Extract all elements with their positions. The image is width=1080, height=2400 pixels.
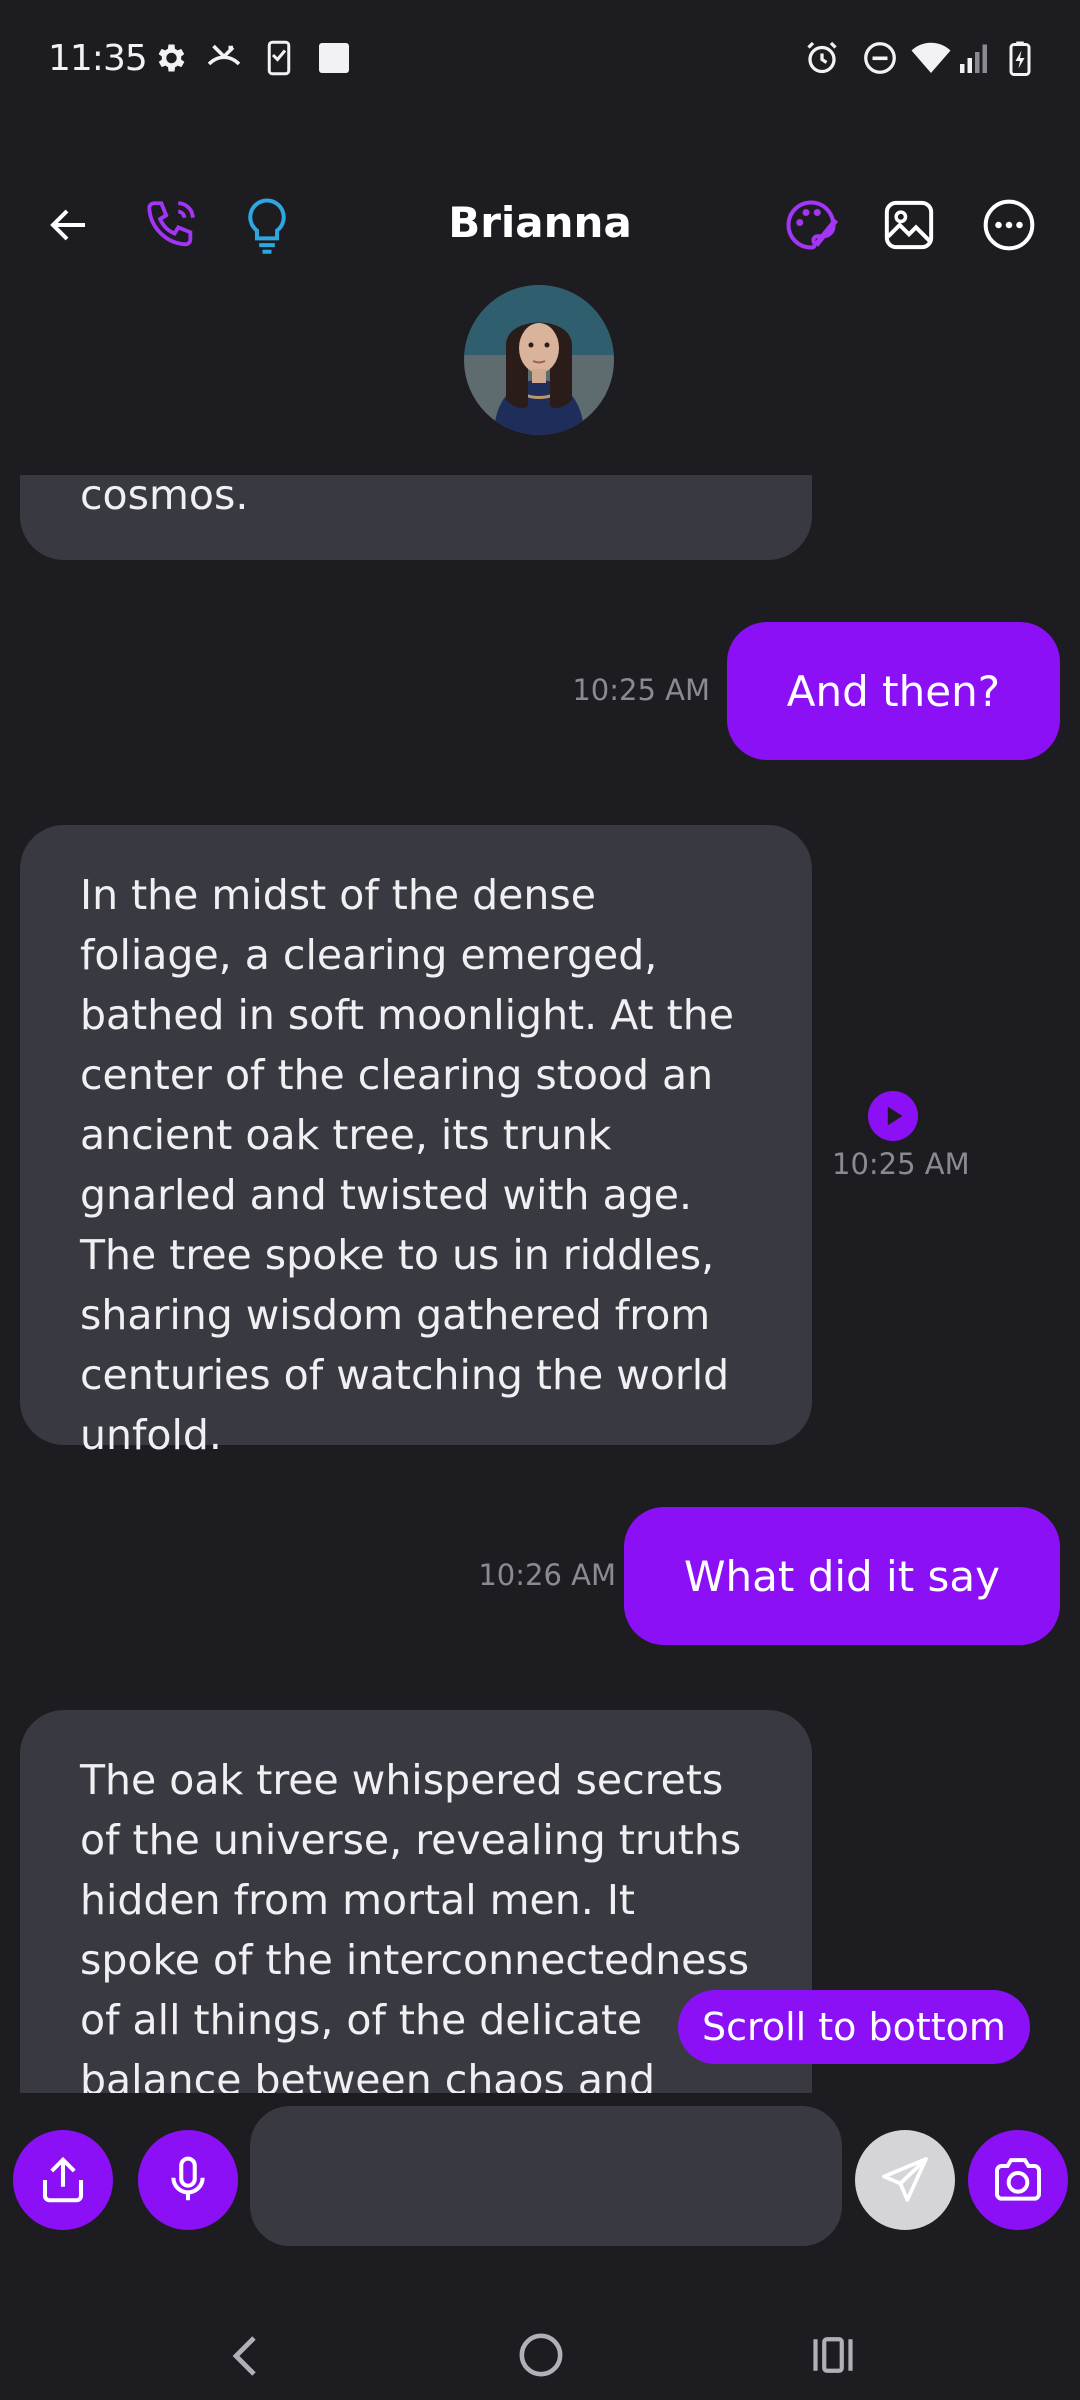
camera-button[interactable] — [968, 2130, 1068, 2230]
gallery-button[interactable] — [864, 180, 954, 270]
message-input[interactable] — [250, 2106, 842, 2246]
message-list[interactable]: cosmos. 10:25 AM And then? In the midst … — [0, 475, 1080, 2093]
system-navigation-bar — [0, 2290, 1080, 2400]
contact-name[interactable]: Brianna — [340, 198, 740, 247]
back-button[interactable] — [24, 180, 114, 270]
lightbulb-icon — [241, 196, 293, 254]
nav-recents-icon — [810, 2334, 856, 2376]
send-button[interactable] — [855, 2130, 955, 2230]
camera-icon — [990, 2152, 1046, 2208]
phone-icon — [142, 196, 200, 254]
gear-icon — [152, 40, 188, 76]
message-text: And then? — [786, 666, 1000, 716]
clipboard-check-icon — [266, 40, 292, 76]
suggestions-button[interactable] — [222, 180, 312, 270]
message-time: 10:25 AM — [572, 673, 710, 707]
more-options-icon — [981, 197, 1037, 253]
palette-icon — [781, 195, 841, 255]
chat-header: Brianna — [0, 180, 1080, 290]
message-time: 10:26 AM — [478, 1558, 616, 1592]
wifi-icon — [910, 40, 952, 76]
more-options-button[interactable] — [964, 180, 1054, 270]
battery-charging-icon — [1008, 40, 1032, 76]
scroll-to-bottom-button[interactable]: Scroll to bottom — [678, 1990, 1030, 2064]
microphone-button[interactable] — [138, 2130, 238, 2230]
nav-back-button[interactable] — [222, 2332, 266, 2380]
message-incoming[interactable]: cosmos. — [20, 475, 812, 560]
message-text: cosmos. — [80, 475, 249, 519]
square-icon — [316, 40, 352, 76]
contact-avatar[interactable] — [464, 285, 614, 435]
signal-icon — [958, 40, 992, 76]
status-time: 11:35 — [48, 38, 148, 79]
missed-call-icon — [204, 40, 244, 76]
do-not-disturb-icon — [862, 40, 898, 76]
status-bar: 11:35 — [0, 0, 1080, 125]
message-text: In the midst of the dense foliage, a cle… — [80, 871, 734, 1459]
alarm-icon — [804, 40, 840, 76]
share-button[interactable] — [13, 2130, 113, 2230]
nav-home-button[interactable] — [518, 2332, 564, 2378]
message-time: 10:25 AM — [832, 1147, 970, 1181]
nav-home-icon — [518, 2332, 564, 2378]
message-outgoing[interactable]: What did it say — [623, 1507, 1060, 1645]
back-arrow-icon — [45, 201, 93, 249]
theme-button[interactable] — [766, 180, 856, 270]
message-text: What did it say — [683, 1551, 1000, 1601]
nav-back-icon — [222, 2332, 266, 2380]
send-icon — [877, 2152, 933, 2208]
play-audio-button[interactable] — [868, 1091, 918, 1141]
message-text: The oak tree whispered secrets of the un… — [80, 1756, 750, 2093]
share-icon — [36, 2153, 90, 2207]
microphone-icon — [161, 2153, 215, 2207]
image-icon — [881, 197, 937, 253]
nav-recents-button[interactable] — [810, 2334, 856, 2376]
voice-call-button[interactable] — [126, 180, 216, 270]
play-icon — [868, 1091, 918, 1141]
message-incoming[interactable]: In the midst of the dense foliage, a cle… — [20, 825, 812, 1459]
message-outgoing[interactable]: And then? — [726, 622, 1060, 760]
